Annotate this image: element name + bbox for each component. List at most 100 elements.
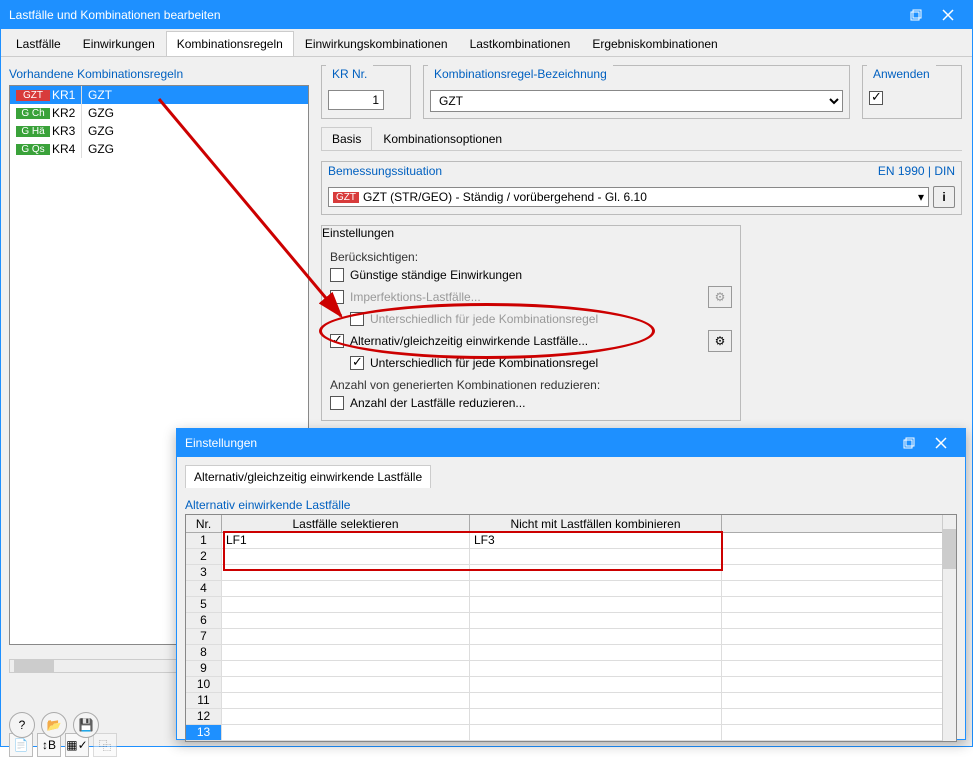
anwenden-label: Anwenden [867, 65, 936, 83]
reduce-head: Anzahl von generierten Kombinationen red… [330, 378, 732, 392]
bezeichnung-label: Kombinationsregel-Bezeichnung [428, 65, 613, 83]
cell-nicht-kombinieren[interactable] [470, 725, 722, 740]
cell-nicht-kombinieren[interactable] [470, 709, 722, 724]
grid-row[interactable]: 10 [186, 677, 956, 693]
bezeichnung-select[interactable]: GZT [430, 90, 843, 112]
cell-nr: 2 [186, 549, 222, 564]
cell-selektieren[interactable] [222, 549, 470, 564]
rule-badge: G Qs [16, 144, 50, 155]
grid-row[interactable]: 6 [186, 613, 956, 629]
tab-kombinationsregeln[interactable]: Kombinationsregeln [166, 31, 294, 56]
grid-row[interactable]: 2 [186, 549, 956, 565]
grid-row[interactable]: 9 [186, 661, 956, 677]
cell-selektieren[interactable] [222, 709, 470, 724]
cell-selektieren[interactable] [222, 645, 470, 660]
cell-nr: 3 [186, 565, 222, 580]
rules-row[interactable]: G ChKR2GZG [10, 104, 308, 122]
cell-nicht-kombinieren[interactable] [470, 693, 722, 708]
cell-nicht-kombinieren[interactable] [470, 661, 722, 676]
cell-selektieren[interactable] [222, 565, 470, 580]
cell-nr: 10 [186, 677, 222, 692]
dialog-tab[interactable]: Alternativ/gleichzeitig einwirkende Last… [185, 465, 431, 488]
dialog-close-button[interactable] [925, 429, 957, 457]
cell-nr: 1 [186, 533, 222, 548]
grid-row[interactable]: 5 [186, 597, 956, 613]
cell-selektieren[interactable] [222, 629, 470, 644]
rules-row[interactable]: G QsKR4GZG [10, 140, 308, 158]
kr-nr-label: KR Nr. [326, 65, 373, 83]
lastfaelle-grid[interactable]: Nr. Lastfälle selektieren Nicht mit Last… [185, 514, 957, 742]
guenstige-checkbox[interactable] [330, 268, 344, 282]
alt-unt-checkbox[interactable] [350, 356, 364, 370]
grid-row[interactable]: 13 [186, 725, 956, 741]
cell-selektieren[interactable] [222, 613, 470, 628]
alt-unt-label: Unterschiedlich für jede Kombinationsreg… [370, 356, 598, 370]
tab-lastkombinationen[interactable]: Lastkombinationen [459, 31, 582, 56]
cell-nicht-kombinieren[interactable] [470, 565, 722, 580]
kr-nr-input[interactable] [328, 90, 384, 110]
main-tabstrip: LastfälleEinwirkungenKombinationsregelnE… [1, 29, 972, 57]
cell-nicht-kombinieren[interactable] [470, 597, 722, 612]
alternativ-checkbox[interactable] [330, 334, 344, 348]
cell-nr: 13 [186, 725, 222, 740]
cell-nicht-kombinieren[interactable] [470, 677, 722, 692]
inner-tabstrip: BasisKombinationsoptionen [321, 127, 962, 151]
cell-nr: 4 [186, 581, 222, 596]
inner-tab-kombinationsoptionen[interactable]: Kombinationsoptionen [372, 127, 513, 150]
cell-selektieren[interactable] [222, 725, 470, 740]
beruecksichtigen-label: Berücksichtigen: [330, 250, 732, 264]
cell-nicht-kombinieren[interactable] [470, 581, 722, 596]
cell-selektieren[interactable]: LF1 [222, 533, 470, 548]
info-button[interactable]: i [933, 186, 955, 208]
reduce-lf-checkbox[interactable] [330, 396, 344, 410]
alternativ-side-button[interactable]: ⚙ [708, 330, 732, 352]
anwenden-checkbox[interactable] [869, 91, 883, 105]
grid-row[interactable]: 8 [186, 645, 956, 661]
cell-nr: 5 [186, 597, 222, 612]
cell-nicht-kombinieren[interactable] [470, 549, 722, 564]
bemessung-norm: EN 1990 | DIN [878, 164, 955, 178]
tab-einwirkungskombinationen[interactable]: Einwirkungskombinationen [294, 31, 459, 56]
cell-nicht-kombinieren[interactable]: LF3 [470, 533, 722, 548]
bemessung-select[interactable]: GZT GZT (STR/GEO) - Ständig / vorübergeh… [328, 187, 929, 207]
col-header-nr: Nr. [186, 515, 222, 532]
rule-badge: GZT [16, 90, 50, 101]
cell-nicht-kombinieren[interactable] [470, 629, 722, 644]
einstellungen-label: Einstellungen [322, 226, 394, 240]
rules-row[interactable]: GZTKR1GZT [10, 86, 308, 104]
cell-nr: 12 [186, 709, 222, 724]
grid-row[interactable]: 4 [186, 581, 956, 597]
grid-row[interactable]: 11 [186, 693, 956, 709]
cell-nicht-kombinieren[interactable] [470, 645, 722, 660]
open-button[interactable]: 📂 [41, 712, 67, 738]
rule-kr: KR3 [52, 124, 75, 138]
help-button[interactable]: ? [9, 712, 35, 738]
grid-row[interactable]: 1LF1LF3 [186, 533, 956, 549]
vertical-scrollbar[interactable] [942, 515, 956, 741]
dialog-restore-button[interactable] [893, 429, 925, 457]
imperfektion-side-button[interactable]: ⚙ [708, 286, 732, 308]
restore-button[interactable] [900, 1, 932, 29]
cell-selektieren[interactable] [222, 661, 470, 676]
grid-row[interactable]: 12 [186, 709, 956, 725]
rule-desc: GZG [82, 124, 308, 138]
cell-selektieren[interactable] [222, 597, 470, 612]
cell-selektieren[interactable] [222, 581, 470, 596]
rules-row[interactable]: G HäKR3GZG [10, 122, 308, 140]
window-title: Lastfälle und Kombinationen bearbeiten [9, 8, 900, 22]
inner-tab-basis[interactable]: Basis [321, 127, 372, 150]
tab-ergebniskombinationen[interactable]: Ergebniskombinationen [581, 31, 728, 56]
save-button[interactable]: 💾 [73, 712, 99, 738]
cell-selektieren[interactable] [222, 693, 470, 708]
rule-kr: KR4 [52, 142, 75, 156]
bemessung-value: GZT (STR/GEO) - Ständig / vorübergehend … [363, 190, 647, 204]
close-button[interactable] [932, 1, 964, 29]
dialog-titlebar: Einstellungen [177, 429, 965, 457]
einstellungen-group: Einstellungen Berücksichtigen: Günstige … [321, 225, 741, 421]
tab-lastfälle[interactable]: Lastfälle [5, 31, 72, 56]
cell-selektieren[interactable] [222, 677, 470, 692]
grid-row[interactable]: 3 [186, 565, 956, 581]
tab-einwirkungen[interactable]: Einwirkungen [72, 31, 166, 56]
cell-nicht-kombinieren[interactable] [470, 613, 722, 628]
grid-row[interactable]: 7 [186, 629, 956, 645]
